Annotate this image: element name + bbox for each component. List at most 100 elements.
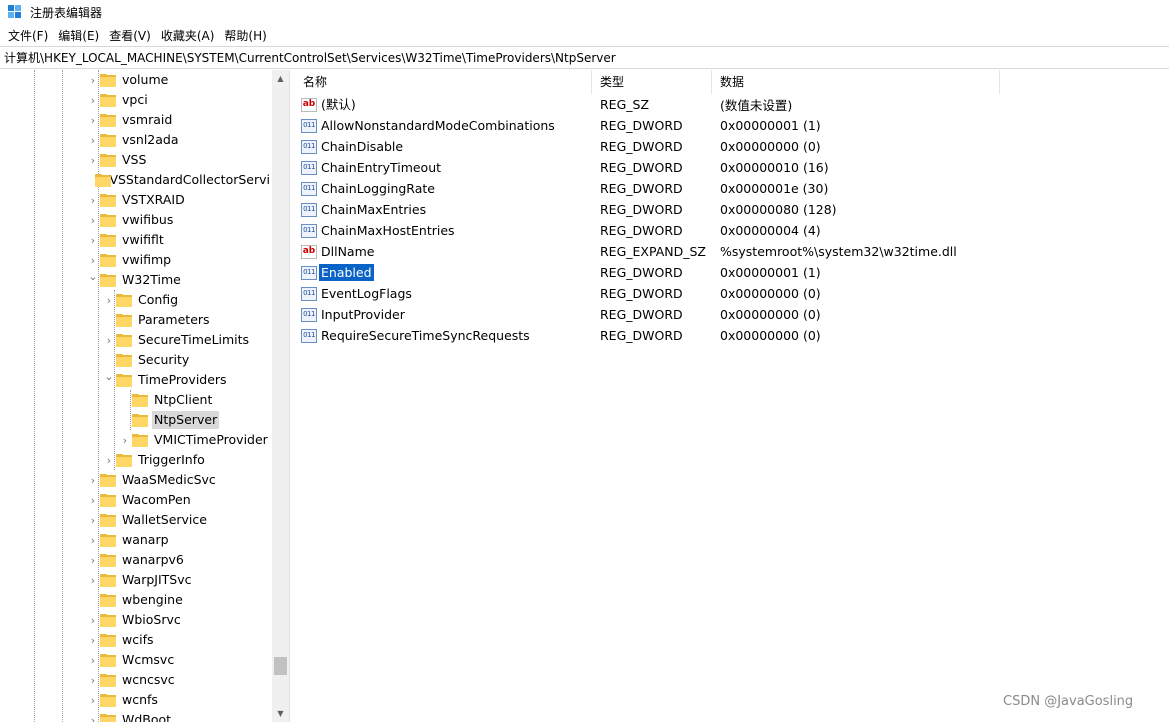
tree-item[interactable]: NtpClient: [0, 390, 272, 410]
menu-help[interactable]: 帮助(H): [220, 26, 270, 46]
chevron-right-icon[interactable]: ›: [88, 110, 98, 130]
tree-item[interactable]: › TriggerInfo: [0, 450, 272, 470]
tree-item[interactable]: › WarpJITSvc: [0, 570, 272, 590]
tree-item[interactable]: › wcncsvc: [0, 670, 272, 690]
string-value-icon: ab: [301, 97, 317, 112]
tree-item[interactable]: › vwifimp: [0, 250, 272, 270]
value-row[interactable]: 011 ChainEntryTimeout REG_DWORD 0x00000010 …: [295, 157, 1169, 178]
tree-item[interactable]: › wcnfs: [0, 690, 272, 710]
tree-item[interactable]: › VSS: [0, 150, 272, 170]
tree-item[interactable]: wbengine: [0, 590, 272, 610]
value-name-cell: 011 ChainEntryTimeout: [295, 159, 592, 176]
tree-item[interactable]: › vsmraid: [0, 110, 272, 130]
binary-value-icon: 011: [301, 265, 317, 280]
value-row[interactable]: 011 ChainMaxHostEntries REG_DWORD 0x0000000…: [295, 220, 1169, 241]
tree-item[interactable]: › vwifibus: [0, 210, 272, 230]
tree-item[interactable]: › WdBoot: [0, 710, 272, 722]
chevron-right-icon[interactable]: ›: [88, 90, 98, 110]
folder-icon: [100, 513, 116, 527]
value-row[interactable]: 011 EventLogFlags REG_DWORD 0x00000000 (0): [295, 283, 1169, 304]
value-row[interactable]: 011 RequireSecureTimeSyncRequests REG_DWOR…: [295, 325, 1169, 346]
tree-item[interactable]: Parameters: [0, 310, 272, 330]
menu-file[interactable]: 文件(F): [4, 26, 52, 46]
chevron-right-icon[interactable]: ›: [104, 290, 114, 310]
chevron-right-icon[interactable]: ›: [88, 710, 98, 722]
chevron-right-icon[interactable]: ›: [88, 210, 98, 230]
chevron-right-icon[interactable]: ›: [104, 330, 114, 350]
chevron-right-icon[interactable]: ›: [88, 510, 98, 530]
tree-item[interactable]: NtpServer: [0, 410, 272, 430]
value-data: 0x00000000 (0): [720, 328, 821, 343]
scroll-down-icon[interactable]: ▼: [272, 705, 289, 722]
tree-item[interactable]: › wcifs: [0, 630, 272, 650]
menu-view[interactable]: 查看(V): [105, 26, 155, 46]
tree-item[interactable]: ⌄ TimeProviders: [0, 370, 272, 390]
chevron-right-icon[interactable]: ›: [88, 190, 98, 210]
tree-item[interactable]: › vsnl2ada: [0, 130, 272, 150]
chevron-down-icon[interactable]: ⌄: [88, 270, 98, 290]
scroll-up-icon[interactable]: ▲: [272, 70, 289, 87]
tree-item[interactable]: › WbioSrvc: [0, 610, 272, 630]
chevron-right-icon[interactable]: ›: [88, 70, 98, 90]
chevron-right-icon[interactable]: ›: [88, 550, 98, 570]
chevron-right-icon[interactable]: ›: [88, 610, 98, 630]
tree-item[interactable]: › wanarp: [0, 530, 272, 550]
chevron-right-icon[interactable]: ›: [88, 490, 98, 510]
tree-item[interactable]: › WalletService: [0, 510, 272, 530]
tree-item[interactable]: ⌄ W32Time: [0, 270, 272, 290]
chevron-right-icon[interactable]: ›: [88, 130, 98, 150]
chevron-right-icon[interactable]: ›: [88, 530, 98, 550]
chevron-right-icon[interactable]: ›: [88, 670, 98, 690]
chevron-right-icon[interactable]: ›: [88, 250, 98, 270]
tree-item[interactable]: › Wcmsvc: [0, 650, 272, 670]
chevron-right-icon[interactable]: ›: [88, 230, 98, 250]
binary-value-icon: 011: [301, 286, 317, 301]
value-row[interactable]: ab (默认) REG_SZ (数值未设置): [295, 94, 1169, 115]
tree-item[interactable]: VSStandardCollectorServi: [0, 170, 272, 190]
tree-item[interactable]: › VMICTimeProvider: [0, 430, 272, 450]
tree-item-label: vsmraid: [122, 112, 173, 127]
address-bar[interactable]: 计算机\HKEY_LOCAL_MACHINE\SYSTEM\CurrentCon…: [0, 46, 1169, 69]
column-header-type[interactable]: 类型: [592, 70, 712, 94]
address-path: 计算机\HKEY_LOCAL_MACHINE\SYSTEM\CurrentCon…: [4, 51, 616, 65]
tree-item[interactable]: › VSTXRAID: [0, 190, 272, 210]
chevron-right-icon[interactable]: ›: [88, 650, 98, 670]
value-row[interactable]: 011 ChainMaxEntries REG_DWORD 0x00000080 (1…: [295, 199, 1169, 220]
value-row[interactable]: ab DllName REG_EXPAND_SZ %systemroot%\syste…: [295, 241, 1169, 262]
chevron-right-icon[interactable]: ›: [88, 150, 98, 170]
chevron-right-icon[interactable]: ›: [88, 570, 98, 590]
chevron-right-icon[interactable]: ›: [120, 430, 130, 450]
column-header-data[interactable]: 数据: [712, 70, 1000, 94]
tree-item-label: TimeProviders: [138, 372, 227, 387]
tree-scrollbar[interactable]: ▲ ▼: [272, 70, 289, 722]
menu-favorites[interactable]: 收藏夹(A): [157, 26, 219, 46]
tree-item[interactable]: Security: [0, 350, 272, 370]
tree-item[interactable]: › volume: [0, 70, 272, 90]
menu-edit[interactable]: 编辑(E): [54, 26, 103, 46]
tree-item[interactable]: › vpci: [0, 90, 272, 110]
value-data: (数值未设置): [720, 98, 793, 113]
value-data: 0x00000004 (4): [720, 223, 821, 238]
folder-icon: [100, 193, 116, 207]
tree-item[interactable]: › wanarpv6: [0, 550, 272, 570]
scroll-thumb[interactable]: [274, 657, 287, 675]
column-header-name[interactable]: 名称: [295, 70, 592, 94]
string-value-icon: ab: [301, 244, 317, 259]
value-row[interactable]: 011 InputProvider REG_DWORD 0x00000000 (0): [295, 304, 1169, 325]
chevron-right-icon[interactable]: ›: [88, 690, 98, 710]
chevron-right-icon[interactable]: ›: [88, 630, 98, 650]
tree-item[interactable]: › WaaSMedicSvc: [0, 470, 272, 490]
chevron-right-icon[interactable]: ›: [104, 450, 114, 470]
value-row[interactable]: 011 ChainLoggingRate REG_DWORD 0x0000001e (…: [295, 178, 1169, 199]
tree-item[interactable]: › vwififlt: [0, 230, 272, 250]
chevron-down-icon[interactable]: ⌄: [104, 370, 114, 390]
tree-item[interactable]: › WacomPen: [0, 490, 272, 510]
value-row[interactable]: 011 AllowNonstandardModeCombinations REG_D…: [295, 115, 1169, 136]
chevron-right-icon[interactable]: ›: [88, 470, 98, 490]
value-row[interactable]: 011 Enabled REG_DWORD 0x00000001 (1): [295, 262, 1169, 283]
value-row[interactable]: 011 ChainDisable REG_DWORD 0x00000000 (0): [295, 136, 1169, 157]
folder-icon: [100, 273, 116, 287]
tree-item[interactable]: › SecureTimeLimits: [0, 330, 272, 350]
tree-item[interactable]: › Config: [0, 290, 272, 310]
